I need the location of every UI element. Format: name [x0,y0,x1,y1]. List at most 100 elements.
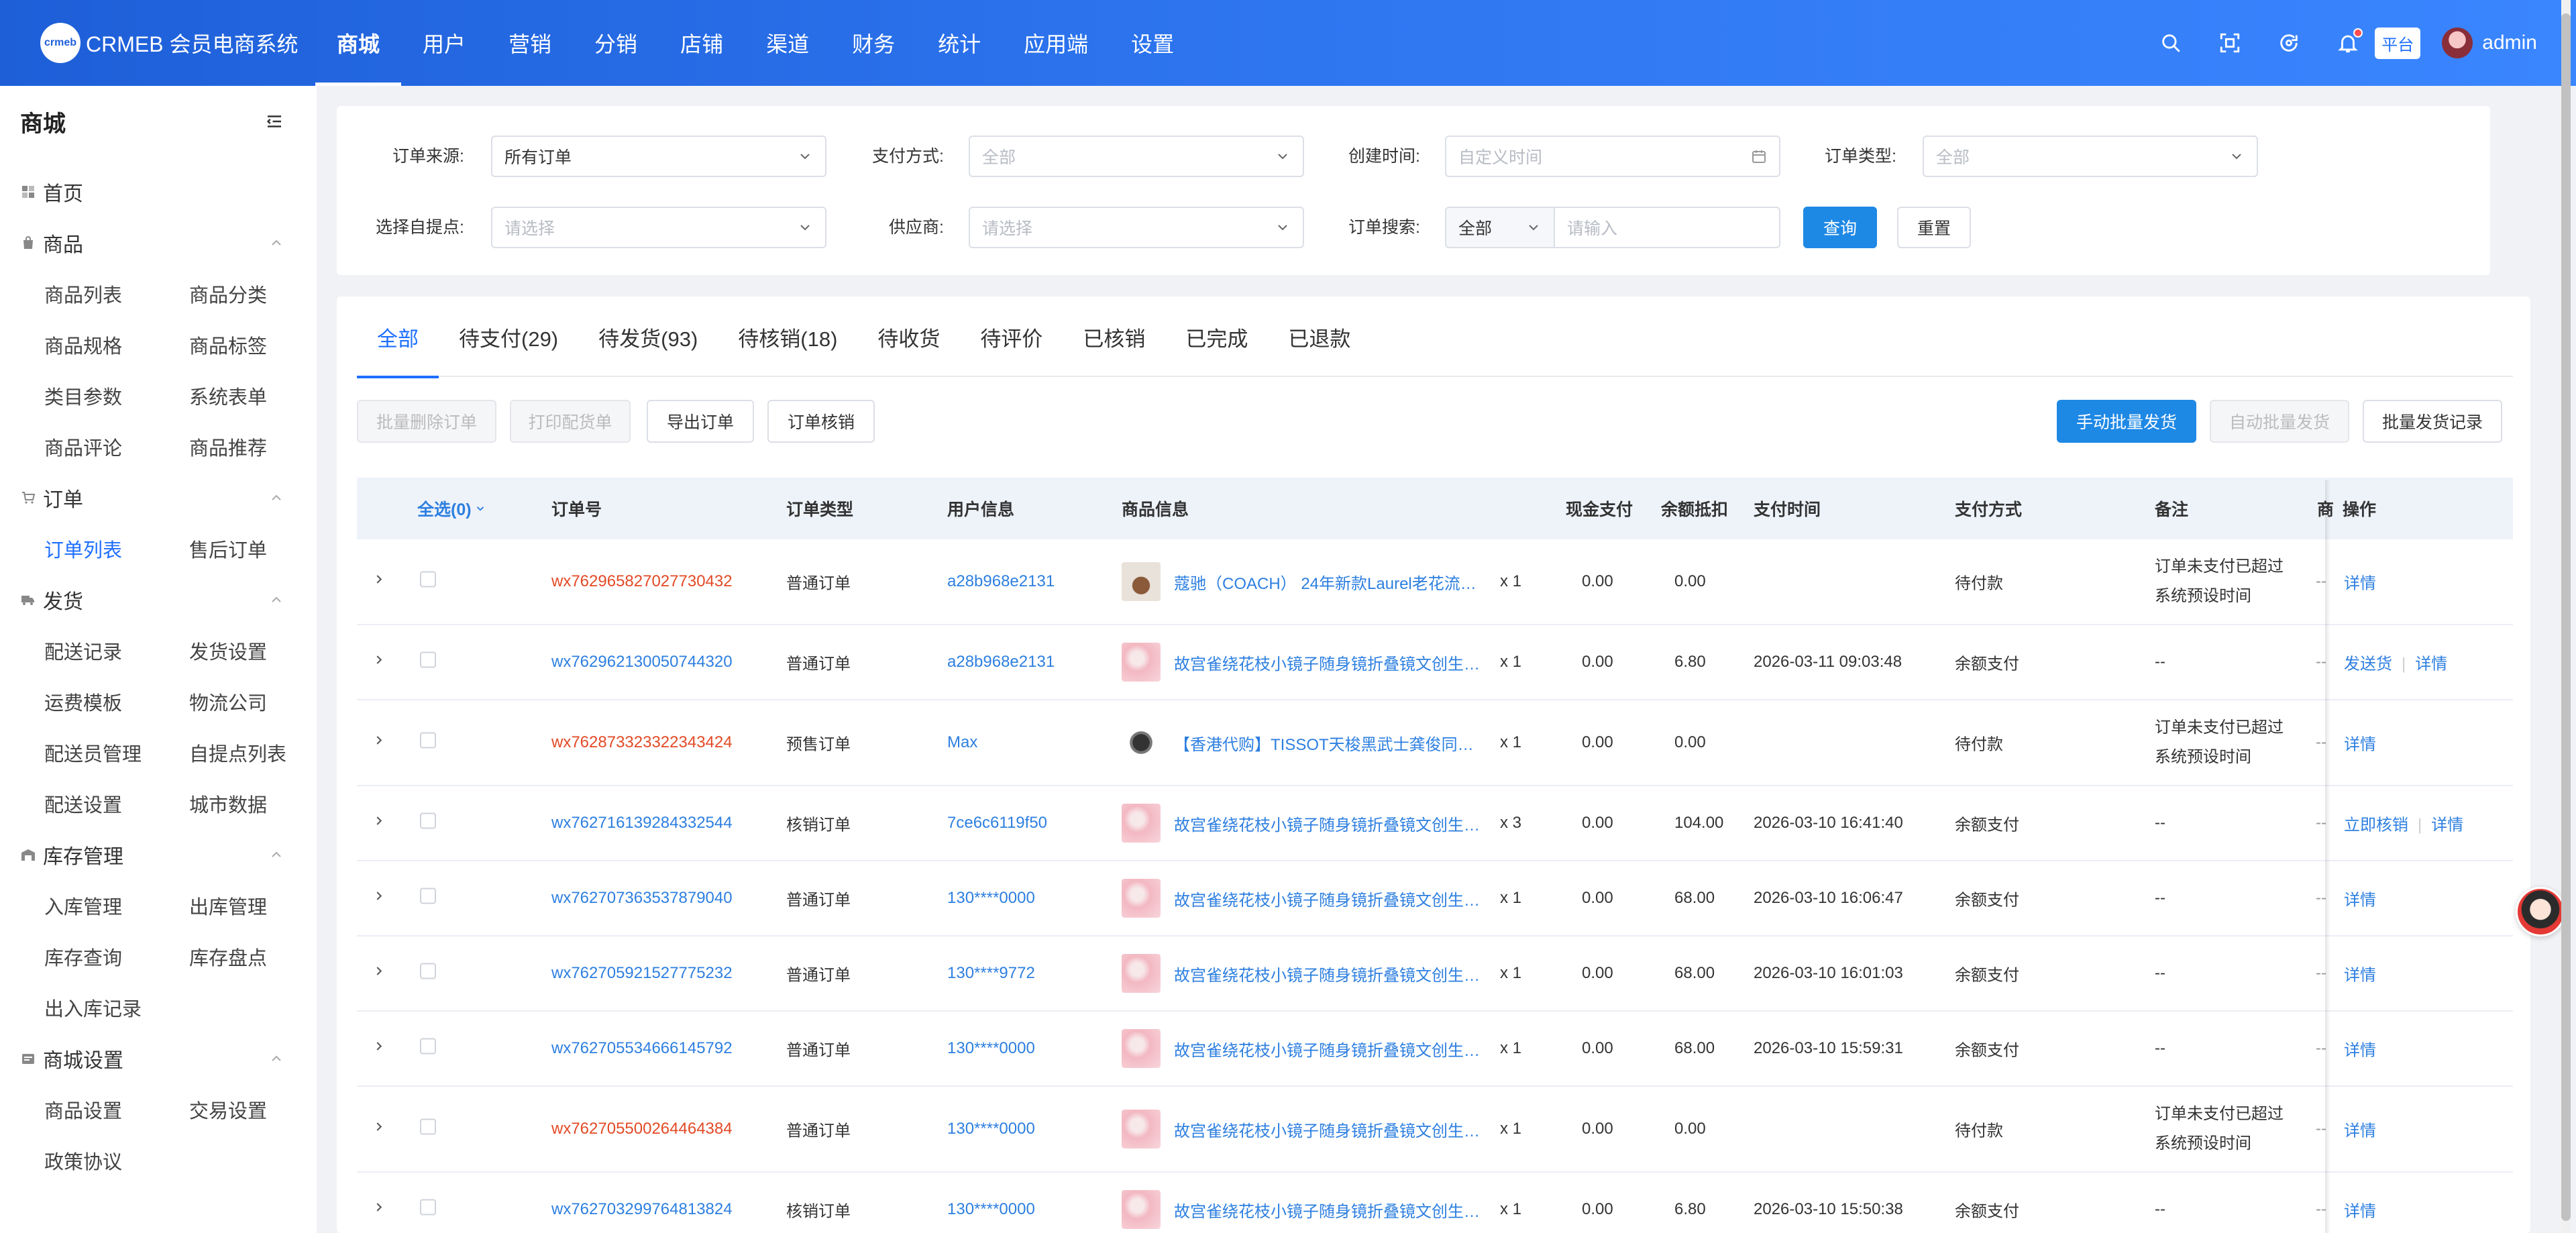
sidebar-item[interactable]: 订单列表 [44,523,189,574]
row-checkbox[interactable] [420,571,436,592]
collapse-menu-icon[interactable] [264,111,284,131]
row-action-link[interactable]: 详情 [2344,1042,2376,1060]
expand-row-icon[interactable] [372,814,386,833]
sidebar-item[interactable]: 库存查询 [44,931,189,982]
expand-row-icon[interactable] [372,572,386,592]
status-tab[interactable]: 待评价 [960,297,1063,377]
search-input[interactable]: 请输入 [1554,207,1780,248]
order-number-link[interactable]: wx762965827027730432 [551,572,733,591]
goods-name-link[interactable]: 故宫雀绕花枝小镜子随身镜折叠镜文创生日礼物 [1174,1037,1483,1061]
top-nav-item[interactable]: 应用端 [1002,0,1110,86]
sidebar-item[interactable]: 出入库记录 [44,982,189,1033]
user-link[interactable]: Max [947,733,977,752]
order-number-link[interactable]: wx762705500264464384 [551,1120,733,1138]
search-icon[interactable] [2159,31,2183,55]
auto-ship-button[interactable]: 自动批量发货 [2210,400,2349,443]
search-scope-select[interactable]: 全部 [1445,207,1555,248]
sidebar-group-header[interactable]: 商品 [20,217,317,268]
row-action-link[interactable]: 详情 [2344,1203,2376,1221]
sidebar-item[interactable]: 商品设置 [44,1084,189,1135]
order-number-link[interactable]: wx762705921527775232 [551,964,733,983]
ship-records-button[interactable]: 批量发货记录 [2363,400,2502,443]
expand-row-icon[interactable] [372,733,386,753]
status-tab[interactable]: 已退款 [1268,297,1371,377]
status-tab[interactable]: 待支付(29) [439,297,578,377]
sidebar-item[interactable]: 商品评论 [44,421,189,472]
sidebar-group-header[interactable]: 订单 [20,472,317,523]
bell-icon[interactable] [2336,28,2363,55]
top-nav-item[interactable]: 分销 [573,0,659,86]
sidebar-item[interactable]: 物流公司 [189,676,334,727]
row-checkbox[interactable] [420,963,436,984]
goods-name-link[interactable]: 故宫雀绕花枝小镜子随身镜折叠镜文创生日礼物 [1174,887,1483,910]
print-button[interactable]: 打印配货单 [510,400,631,443]
sidebar-item[interactable]: 政策协议 [44,1135,189,1186]
top-nav-item[interactable]: 营销 [487,0,573,86]
expand-row-icon[interactable] [372,1039,386,1059]
row-checkbox[interactable] [420,1038,436,1059]
sidebar-group-header[interactable]: 库存管理 [20,829,317,880]
sidebar-item[interactable]: 系统表单 [189,370,334,421]
goods-name-link[interactable]: 故宫雀绕花枝小镜子随身镜折叠镜文创生日礼物 [1174,962,1483,985]
customer-service-avatar[interactable] [2516,887,2565,936]
batch-delete-button[interactable]: 批量删除订单 [357,400,496,443]
row-action-link[interactable]: 详情 [2344,892,2376,910]
sidebar-item-home[interactable]: 首页 [20,166,317,217]
row-action-link[interactable]: 发送货 [2344,655,2392,674]
source-select[interactable]: 所有订单 [491,136,826,177]
sidebar-item[interactable]: 运费模板 [44,676,189,727]
row-checkbox[interactable] [420,1118,436,1140]
expand-row-icon[interactable] [372,889,386,908]
sidebar-item[interactable]: 自提点列表 [189,727,334,778]
top-nav-item[interactable]: 统计 [916,0,1002,86]
sidebar-item[interactable]: 城市数据 [189,778,334,829]
user-link[interactable]: 130****9772 [947,964,1035,983]
top-nav-item[interactable]: 财务 [830,0,916,86]
sidebar-item[interactable]: 发货设置 [189,625,334,676]
order-number-link[interactable]: wx762703299764813824 [551,1200,733,1219]
sidebar-item[interactable]: 配送设置 [44,778,189,829]
sidebar-group-header[interactable]: 发货 [20,574,317,625]
sidebar-item[interactable]: 商品列表 [44,268,189,319]
goods-name-link[interactable]: 故宫雀绕花枝小镜子随身镜折叠镜文创生日礼物 [1174,1118,1483,1141]
refresh-icon[interactable] [2277,31,2301,55]
top-nav-item[interactable]: 设置 [1110,0,1195,86]
order-number-link[interactable]: wx762962130050744320 [551,653,733,672]
sidebar-item[interactable]: 商品分类 [189,268,334,319]
user-menu[interactable]: admin [2442,28,2537,58]
user-link[interactable]: 7ce6c6119f50 [947,814,1047,833]
order-number-link[interactable]: wx762705534666145792 [551,1039,733,1058]
expand-row-icon[interactable] [372,653,386,672]
type-select[interactable]: 全部 [1923,136,2258,177]
reset-button[interactable]: 重置 [1897,207,1971,248]
user-link[interactable]: 130****0000 [947,1120,1035,1138]
sidebar-item[interactable]: 入库管理 [44,880,189,931]
row-action-link[interactable]: 详情 [2344,736,2376,754]
status-tab[interactable]: 待核销(18) [718,297,857,377]
goods-name-link[interactable]: 蔻驰（COACH） 24年新款Laurel老花流浪包 [1174,570,1483,594]
sidebar-item[interactable]: 交易设置 [189,1084,334,1135]
pickup-select[interactable]: 请选择 [491,207,826,248]
status-tab[interactable]: 待收货 [857,297,960,377]
page-scrollbar-thumb[interactable] [2561,13,2571,1221]
top-nav-item[interactable]: 渠道 [745,0,830,86]
expand-row-icon[interactable] [372,1120,386,1139]
expand-row-icon[interactable] [372,1200,386,1220]
row-checkbox[interactable] [420,888,436,909]
row-action-link[interactable]: 详情 [2344,967,2376,985]
top-nav-item[interactable]: 店铺 [659,0,745,86]
manual-ship-button[interactable]: 手动批量发货 [2057,400,2196,443]
row-action-link[interactable]: 详情 [2344,575,2376,593]
sidebar-item[interactable]: 配送记录 [44,625,189,676]
time-picker[interactable]: 自定义时间 [1445,136,1780,177]
goods-name-link[interactable]: 故宫雀绕花枝小镜子随身镜折叠镜文创生日礼物 [1174,651,1483,674]
logo[interactable]: crmeb CRMEB 会员电商系统 [0,23,315,63]
order-number-link[interactable]: wx762716139284332544 [551,814,733,833]
status-tab[interactable]: 全部 [357,297,439,378]
sidebar-item[interactable]: 配送员管理 [44,727,189,778]
status-tab[interactable]: 已完成 [1165,297,1268,377]
pay-select[interactable]: 全部 [969,136,1304,177]
export-button[interactable]: 导出订单 [647,400,754,443]
sidebar-item[interactable]: 类目参数 [44,370,189,421]
query-button[interactable]: 查询 [1803,207,1877,248]
